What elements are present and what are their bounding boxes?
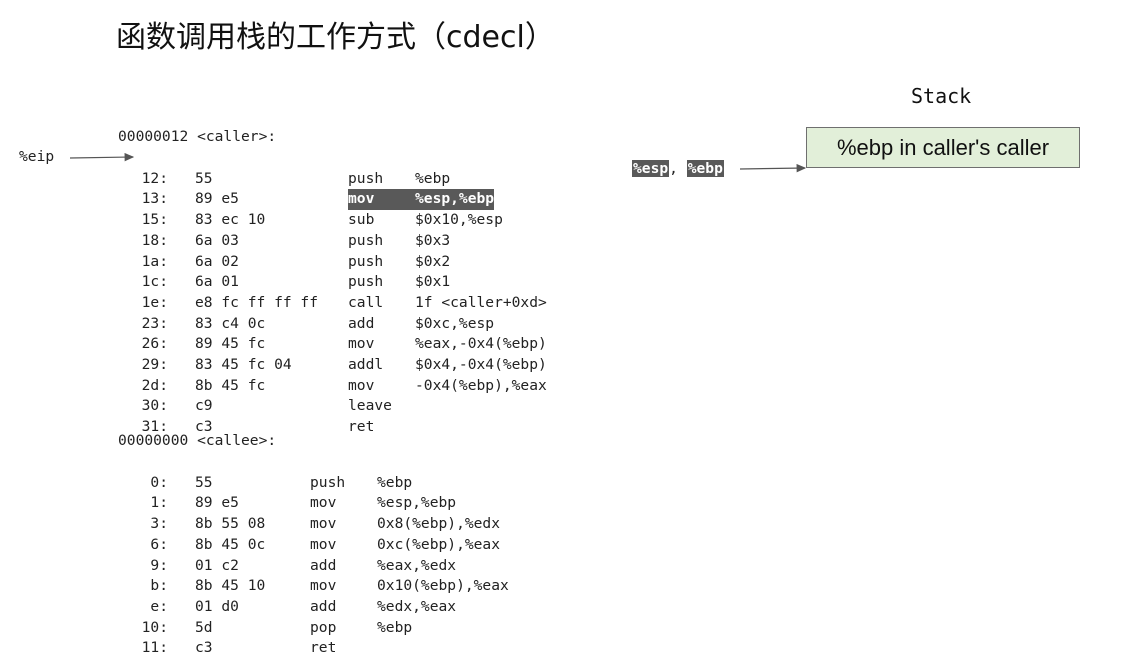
instruction-mnemonic: pop: [310, 618, 337, 636]
instruction-bytes: 5d: [195, 618, 213, 636]
stack-title: Stack: [911, 84, 972, 108]
eip-arrow: [69, 152, 135, 162]
instruction-mnemonic: ret: [310, 639, 337, 657]
stack-cell: %ebp in caller's caller: [806, 127, 1080, 168]
instruction-address: 10:: [141, 618, 168, 636]
stack-pointer-arrow: [739, 163, 807, 173]
callee-instruction-row: 10: 5d pop %ebp: [118, 618, 413, 639]
register-separator: ,: [669, 160, 687, 177]
ebp-register-tag: %ebp: [686, 160, 724, 177]
instruction-operands: %ebp: [377, 618, 413, 636]
stack-cell-label: %ebp in caller's caller: [836, 134, 1050, 160]
instruction-address: 11:: [141, 639, 168, 657]
esp-register-tag: %esp: [632, 160, 670, 177]
instruction-bytes: c3: [195, 639, 213, 657]
callee-instruction-row: 11: c3 ret: [118, 638, 337, 659]
stack-pointer-registers: %esp, %ebp: [632, 160, 724, 177]
